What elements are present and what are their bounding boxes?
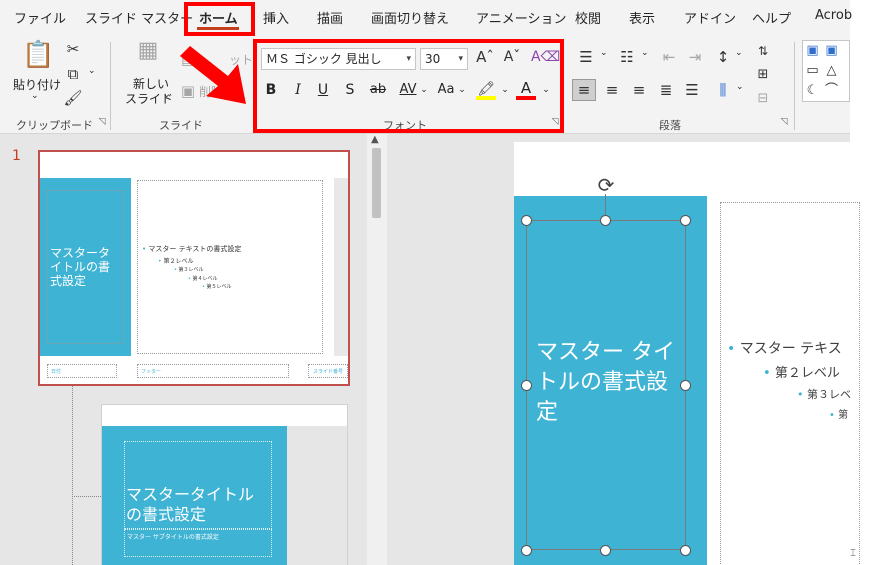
triangle-shape-icon[interactable]: △ <box>824 62 839 80</box>
clipboard-launcher-icon[interactable]: ◹ <box>97 118 107 128</box>
numbering-icon[interactable]: ☷ <box>618 48 636 66</box>
align-text-icon[interactable]: ⊞ <box>754 66 772 84</box>
chevron-down-icon[interactable]: ⌄ <box>600 48 608 58</box>
font-group-highlight-box <box>253 39 564 133</box>
chevron-down-icon[interactable]: ⌄ <box>735 48 743 58</box>
master-slide: マスター タイトルの書式設定 ⟳ • マスター テキス • 第２レベル • 第３… <box>514 142 860 565</box>
tab-insert[interactable]: 挿入 <box>263 8 289 27</box>
resize-handle-top[interactable] <box>600 215 611 226</box>
curve-shape-icon[interactable]: ⌒ <box>824 82 839 100</box>
scroll-up-icon[interactable]: ▲ <box>371 134 379 145</box>
vertical-textbox-shape-icon[interactable]: ▣ <box>824 42 839 60</box>
tab-slide-master[interactable]: スライド マスター <box>85 8 193 27</box>
thumbnail-footer-text: フッター <box>137 364 289 378</box>
paragraph-launcher-icon[interactable]: ◹ <box>779 118 789 128</box>
new-slide-icon[interactable]: ▦ <box>134 40 162 68</box>
tab-transitions[interactable]: 画面切り替え <box>371 8 449 27</box>
thumbnail-footer-date: 日付 <box>47 364 117 378</box>
slide-thumbnail-pane: 1 マスタータイトルの書式設定 • マスター テキストの書式設定 • 第２レベル… <box>0 134 388 565</box>
tab-addins[interactable]: アドイン <box>684 8 736 27</box>
clipboard-group-label: クリップボード <box>16 119 93 132</box>
align-center-icon[interactable]: ≡ <box>603 81 621 99</box>
slide-editing-canvas[interactable]: マスター タイトルの書式設定 ⟳ • マスター テキス • 第２レベル • 第３… <box>388 134 860 565</box>
thumbnail2-title-text: マスタータイトルの書式設定 <box>126 485 255 524</box>
body-level-2: • 第２レベル <box>763 366 840 381</box>
resize-handle-left[interactable] <box>521 380 532 391</box>
group-separator <box>794 42 795 130</box>
main-title-text[interactable]: マスター タイトルの書式設定 <box>536 338 684 428</box>
thumbnail2-subtitle-text: マスター サブタイトルの書式設定 <box>127 534 219 541</box>
line-spacing-icon[interactable]: ↕ <box>714 48 732 66</box>
resize-handle-top-left[interactable] <box>521 215 532 226</box>
thumbnail-right-strip <box>334 178 348 356</box>
thumbnail-level-2: • 第２レベル <box>158 258 194 265</box>
distributed-icon[interactable]: ☰ <box>683 81 701 99</box>
text-direction-icon[interactable]: ⇅ <box>754 42 772 60</box>
resize-handle-right[interactable] <box>680 380 691 391</box>
text-cursor-icon: ⌶ <box>850 548 856 559</box>
thumbnail2-right-strip <box>287 426 347 565</box>
textbox-shape-icon[interactable]: ▣ <box>805 42 820 60</box>
thumbnail-tree-line <box>72 386 73 565</box>
body-level-3: • 第３レベ <box>797 388 851 401</box>
align-right-icon[interactable]: ≡ <box>630 81 648 99</box>
paragraph-group-label: 段落 <box>659 119 681 132</box>
body-level-4: • 第 <box>829 410 849 421</box>
justify-icon[interactable]: ≣ <box>657 81 675 99</box>
thumbnail-level-1: • マスター テキストの書式設定 <box>142 245 242 253</box>
smartart-icon[interactable]: ⊟ <box>754 90 772 108</box>
tab-animations[interactable]: アニメーション <box>476 8 566 27</box>
slides-group-label: スライド <box>159 119 203 132</box>
format-painter-icon[interactable]: 🖌 <box>63 89 83 107</box>
thumbnail-level-4: • 第４レベル <box>188 276 218 282</box>
new-slide-dropdown-icon[interactable]: ⌄ <box>163 90 171 100</box>
slide-thumbnail-1[interactable]: マスタータイトルの書式設定 • マスター テキストの書式設定 • 第２レベル •… <box>38 150 350 386</box>
group-separator <box>110 42 111 130</box>
tab-acrobat[interactable]: Acrob <box>815 8 852 23</box>
resize-handle-bottom[interactable] <box>600 545 611 556</box>
paste-dropdown-icon[interactable]: ⌄ <box>31 91 39 101</box>
resize-handle-top-right[interactable] <box>680 215 691 226</box>
tab-review[interactable]: 校閲 <box>575 8 601 27</box>
home-tab-highlight-box <box>184 2 255 36</box>
thumbnail-tree-connector <box>72 496 101 497</box>
tab-draw[interactable]: 描画 <box>317 8 343 27</box>
thumbnail-title-text: マスタータイトルの書式設定 <box>50 246 111 288</box>
ribbon-tab-bar: ファイル スライド マスター ホーム 挿入 描画 画面切り替え アニメーション … <box>0 0 852 36</box>
rotate-handle-icon[interactable]: ⟳ <box>594 174 618 198</box>
body-text-placeholder[interactable] <box>720 202 860 565</box>
thumbnail-level-5: • 第５レベル <box>202 284 232 290</box>
freeform-shape-icon[interactable]: ☾ <box>805 82 820 100</box>
chevron-down-icon[interactable]: ⌄ <box>641 48 649 58</box>
tab-file[interactable]: ファイル <box>14 8 66 27</box>
chevron-down-icon[interactable]: ⌄ <box>736 82 744 92</box>
bullets-icon[interactable]: ☰ <box>577 48 595 66</box>
thumbnail-level-3: • 第３レベル <box>174 267 204 273</box>
thumbnail-scrollbar[interactable]: ▲ <box>367 134 387 565</box>
resize-handle-bottom-left[interactable] <box>521 545 532 556</box>
decrease-indent-icon[interactable]: ⇤ <box>660 48 678 66</box>
scrollbar-thumb[interactable] <box>372 148 381 218</box>
align-left-icon: ≡ <box>577 81 591 99</box>
slide-thumbnail-2[interactable]: マスタータイトルの書式設定 マスター サブタイトルの書式設定 <box>101 404 348 565</box>
resize-handle-bottom-right[interactable] <box>680 545 691 556</box>
thumbnail-footer-number: スライド番号 <box>308 364 348 378</box>
copy-dropdown-icon[interactable]: ⌄ <box>88 66 96 76</box>
copy-icon[interactable]: ⧉ <box>62 65 84 83</box>
pointer-arrow-icon <box>180 46 246 104</box>
tab-view[interactable]: 表示 <box>629 8 655 27</box>
thumbnail-body-placeholder <box>137 180 323 354</box>
increase-indent-icon[interactable]: ⇥ <box>686 48 704 66</box>
paste-icon[interactable]: 📋 <box>22 40 54 72</box>
cut-icon[interactable]: ✂ <box>64 40 82 58</box>
rectangle-shape-icon[interactable]: ▭ <box>805 62 820 80</box>
columns-icon[interactable]: ⫼ <box>714 81 732 99</box>
body-level-1: • マスター テキス <box>727 341 842 357</box>
tab-help[interactable]: ヘルプ <box>752 8 791 27</box>
slide-number: 1 <box>12 148 21 164</box>
